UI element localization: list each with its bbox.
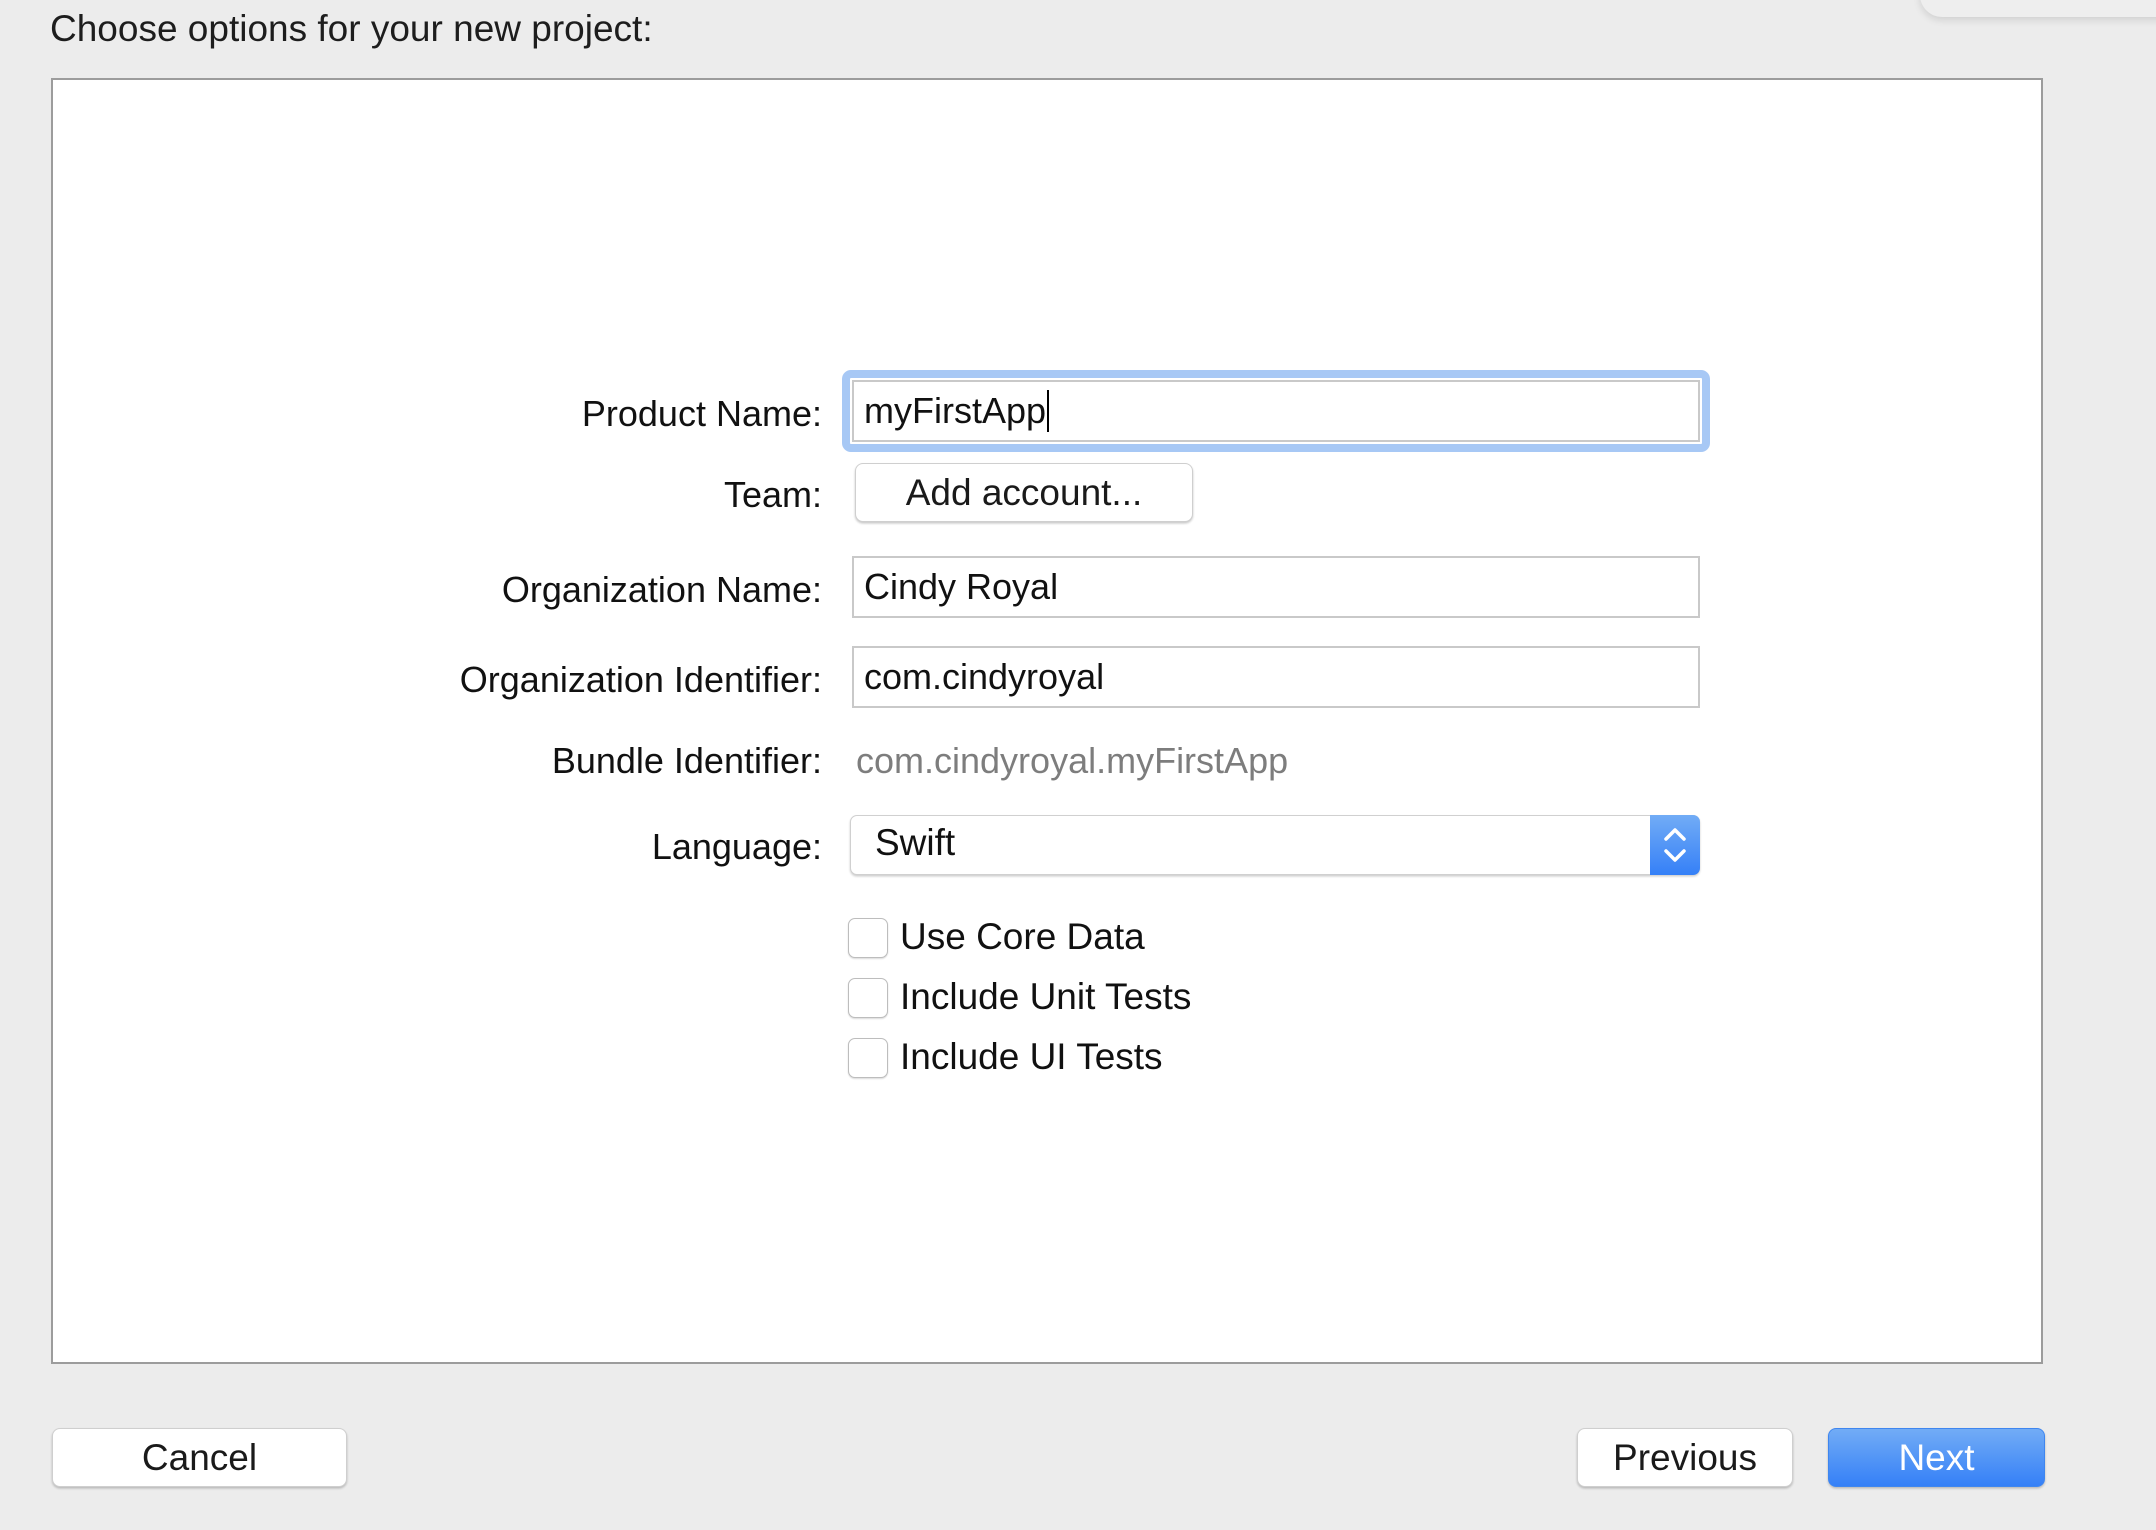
product-name-value: myFirstApp xyxy=(864,390,1047,431)
organization-identifier-field[interactable]: com.cindyroyal xyxy=(852,646,1700,708)
options-panel xyxy=(51,78,2043,1364)
bundle-identifier-label: Bundle Identifier: xyxy=(551,740,822,781)
checkbox-box[interactable] xyxy=(848,918,888,958)
product-name-field[interactable]: myFirstApp xyxy=(852,380,1700,442)
checkbox-label: Use Core Data xyxy=(900,916,1145,957)
checkbox-label: Include Unit Tests xyxy=(900,976,1192,1017)
checkbox-box[interactable] xyxy=(848,978,888,1018)
bundle-identifier-value: com.cindyroyal.myFirstApp xyxy=(856,740,1289,781)
text-caret xyxy=(1047,390,1050,433)
add-account-button[interactable]: Add account... xyxy=(855,463,1193,522)
language-label: Language: xyxy=(651,826,822,867)
language-popup[interactable]: Swift xyxy=(850,815,1700,875)
language-selected-value: Swift xyxy=(875,822,956,863)
cancel-button[interactable]: Cancel xyxy=(52,1428,347,1487)
team-label: Team: xyxy=(723,474,822,515)
previous-button[interactable]: Previous xyxy=(1577,1428,1793,1487)
checkbox-label: Include UI Tests xyxy=(900,1036,1163,1077)
organization-identifier-label: Organization Identifier: xyxy=(459,659,822,700)
up-down-chevrons-icon xyxy=(1650,815,1700,875)
dialog-title: Choose options for your new project: xyxy=(50,8,653,49)
organization-name-label: Organization Name: xyxy=(501,569,822,610)
background-window-corner xyxy=(1920,0,2156,17)
organization-name-field[interactable]: Cindy Royal xyxy=(852,556,1700,618)
next-button[interactable]: Next xyxy=(1828,1428,2045,1487)
product-name-label: Product Name: xyxy=(581,393,822,434)
checkbox-box[interactable] xyxy=(848,1038,888,1078)
